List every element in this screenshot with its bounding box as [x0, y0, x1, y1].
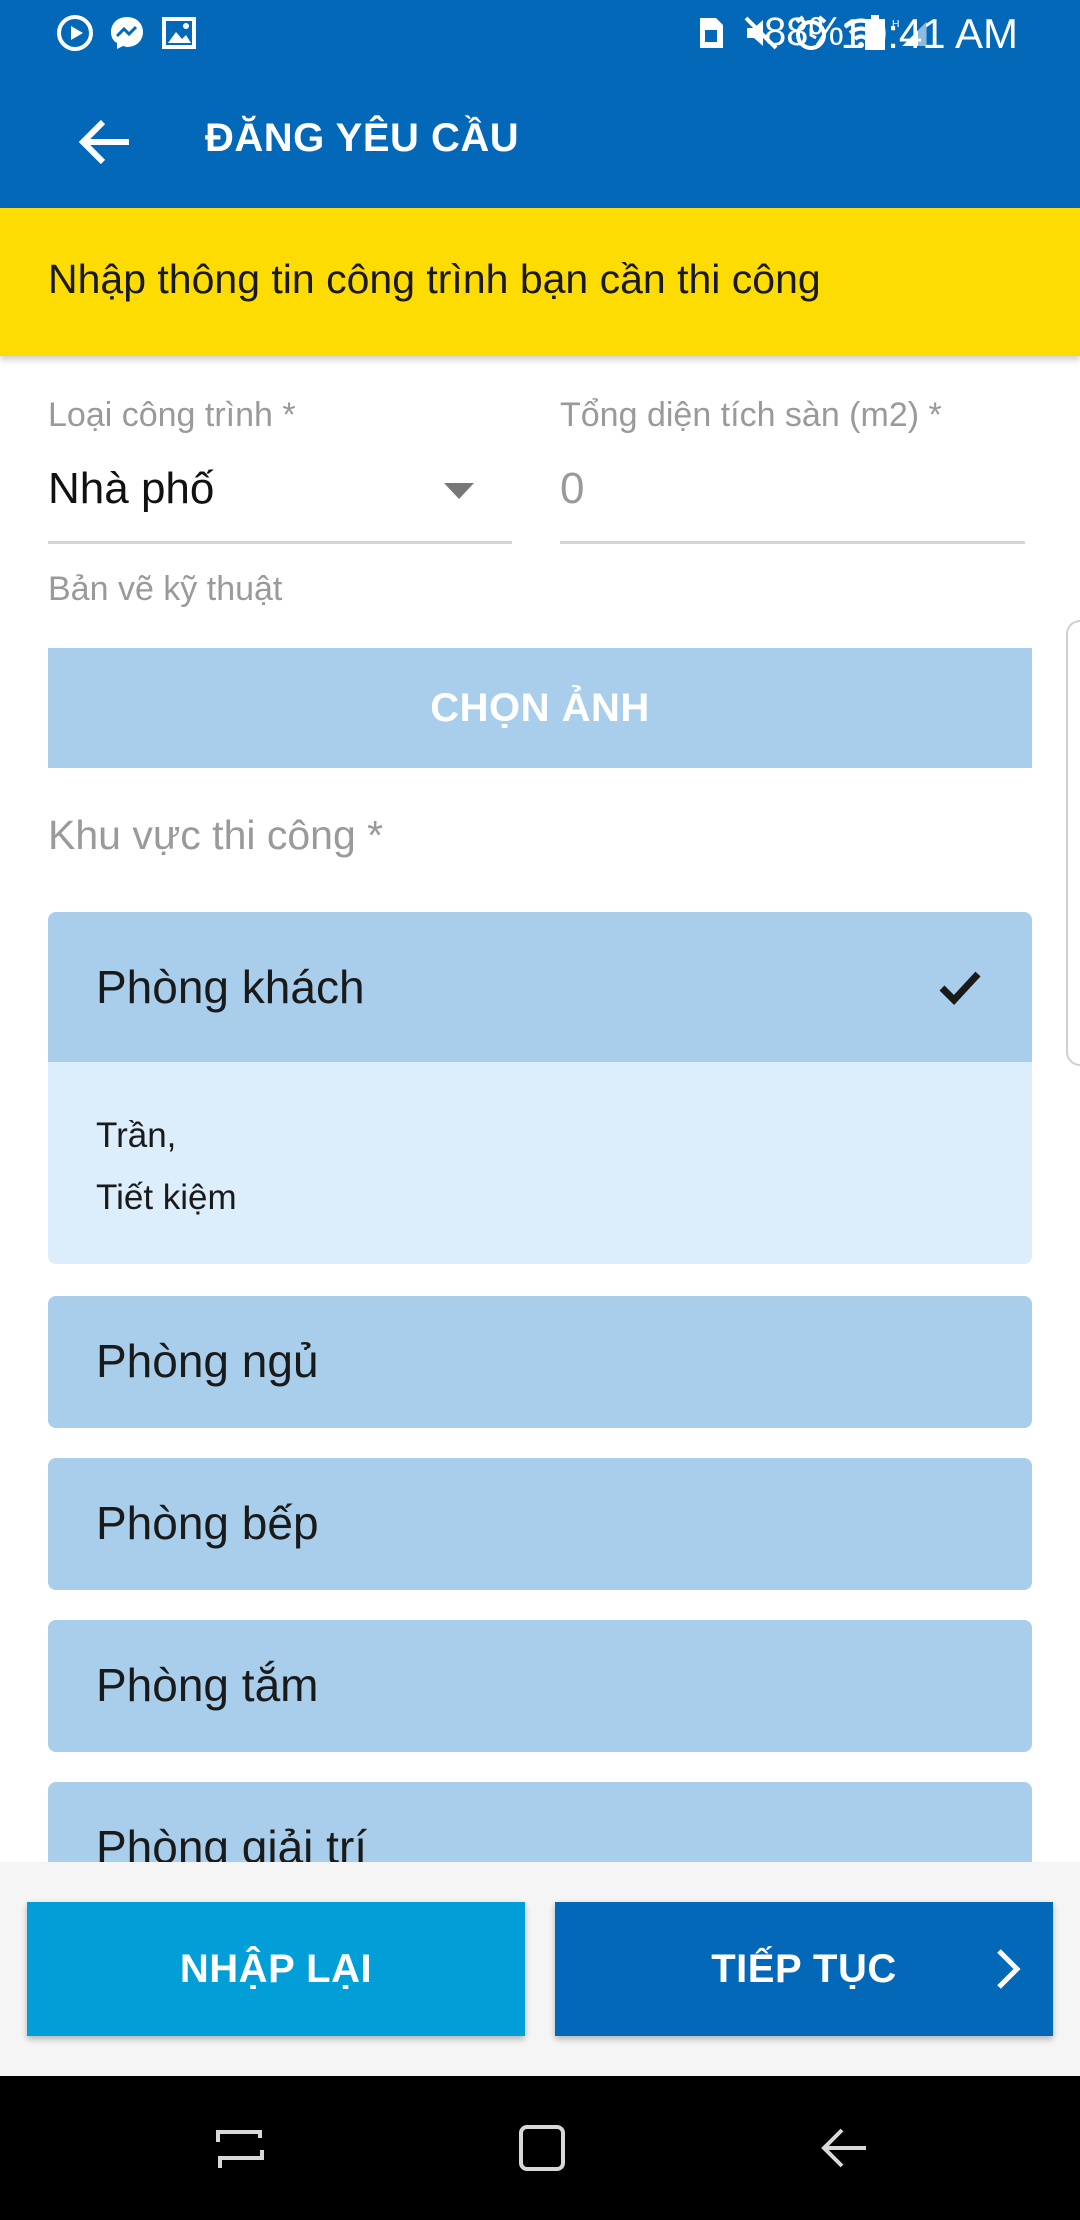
room-item-living-room[interactable]: Phòng khách — [48, 912, 1032, 1062]
room-detail-line: Tiết kiệm — [96, 1178, 237, 1217]
chevron-down-icon — [444, 483, 474, 499]
battery-percentage: 88% — [763, 10, 844, 54]
reset-button[interactable]: NHẬP LẠI — [27, 1902, 525, 2036]
status-bar: H 88% 10:41 AM — [0, 0, 1080, 72]
checkmark-icon — [939, 971, 981, 1006]
building-type-underline — [48, 541, 512, 544]
messenger-icon — [108, 14, 146, 52]
room-item-kitchen[interactable]: Phòng bếp — [48, 1458, 1032, 1590]
status-left-icons — [56, 14, 198, 52]
recent-apps-button[interactable] — [210, 2118, 270, 2178]
building-type-label: Loại công trình * — [48, 396, 296, 434]
recent-apps-icon — [216, 2130, 264, 2168]
scroll-edge-indicator — [1066, 620, 1080, 1066]
area-label: Khu vực thi công * — [48, 812, 384, 858]
room-label: Phòng bếp — [96, 1497, 319, 1549]
room-label: Phòng khách — [96, 961, 365, 1013]
next-button-label: TIẾP TỤC — [711, 1946, 897, 1991]
room-details: Trần, Tiết kiệm — [48, 1062, 1032, 1264]
back-button[interactable] — [66, 110, 146, 174]
arrow-left-icon — [79, 119, 129, 165]
room-label: Phòng ngủ — [96, 1335, 319, 1387]
clock: 10:41 AM — [840, 10, 1018, 57]
room-item-bathroom[interactable]: Phòng tắm — [48, 1620, 1032, 1752]
room-item-bedroom[interactable]: Phòng ngủ — [48, 1296, 1032, 1428]
room-label: Phòng tắm — [96, 1659, 319, 1711]
choose-image-button[interactable]: CHỌN ẢNH — [48, 648, 1032, 768]
building-type-dropdown[interactable]: Nhà phố — [48, 448, 512, 544]
room-detail-line: Trần, — [96, 1116, 177, 1155]
floor-area-underline — [560, 541, 1025, 544]
system-back-button[interactable] — [814, 2118, 874, 2178]
media-icon — [56, 14, 94, 52]
home-button[interactable] — [512, 2118, 572, 2178]
app-bar: ĐĂNG YÊU CẦU — [0, 72, 1080, 208]
sim-icon — [692, 14, 730, 52]
page-title: ĐĂNG YÊU CẦU — [205, 116, 520, 160]
floor-area-value: 0 — [560, 464, 585, 513]
floor-area-label: Tổng diện tích sàn (m2) * — [560, 396, 942, 434]
notice-text: Nhập thông tin công trình bạn cần thi cô… — [48, 256, 821, 302]
building-type-value: Nhà phố — [48, 464, 215, 513]
home-icon — [519, 2125, 565, 2171]
back-icon — [821, 2128, 866, 2168]
floor-area-input[interactable]: 0 — [560, 448, 1025, 544]
chevron-right-icon — [997, 1949, 1021, 1989]
notice-banner: Nhập thông tin công trình bạn cần thi cô… — [0, 208, 1080, 356]
drawings-label: Bản vẽ kỹ thuật — [48, 570, 283, 608]
gallery-icon — [160, 14, 198, 52]
next-button[interactable]: TIẾP TỤC — [555, 1902, 1053, 2036]
system-nav-bar — [0, 2076, 1080, 2220]
